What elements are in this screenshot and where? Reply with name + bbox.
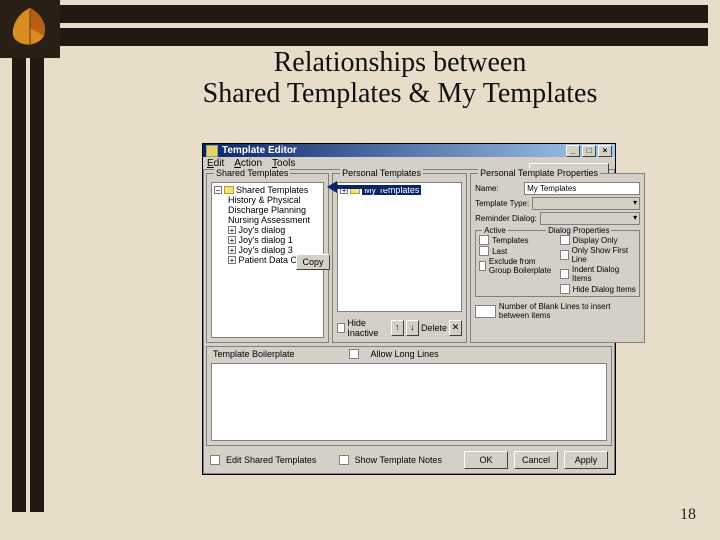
opt-label: Display Only xyxy=(573,236,618,245)
reminder-select[interactable] xyxy=(540,212,640,225)
slide-corner xyxy=(0,0,60,58)
active-label: Active xyxy=(482,226,508,235)
page-number: 18 xyxy=(680,506,696,524)
hide-inactive-checkbox[interactable] xyxy=(337,323,345,333)
opt-checkbox[interactable] xyxy=(560,284,570,294)
show-notes-label: Show Template Notes xyxy=(355,455,442,465)
reminder-label: Reminder Dialog: xyxy=(475,214,537,223)
personal-templates-label: Personal Templates xyxy=(340,168,423,178)
boilerplate-panel: Template Boilerplate Allow Long Lines xyxy=(206,346,612,446)
tree-item[interactable]: Discharge Planning xyxy=(228,205,321,215)
properties-label: Personal Template Properties xyxy=(478,168,600,178)
window-title: Template Editor xyxy=(222,145,297,156)
folder-icon xyxy=(224,186,234,194)
menu-edit[interactable]: EEditdit xyxy=(207,158,224,169)
personal-templates-tree[interactable]: + My Templates xyxy=(337,182,462,312)
shared-templates-label: Shared Templates xyxy=(214,168,290,178)
expand-icon[interactable]: + xyxy=(228,246,236,254)
opt-checkbox[interactable] xyxy=(560,269,569,279)
opt-checkbox[interactable] xyxy=(479,246,489,256)
opt-label: Last xyxy=(492,247,507,256)
ok-button[interactable]: OK xyxy=(464,451,508,469)
titlebar: Template Editor _ □ × xyxy=(203,144,615,157)
template-properties-panel: Personal Template Properties Name: Templ… xyxy=(470,173,645,343)
edit-shared-label: Edit Shared Templates xyxy=(226,455,316,465)
opt-label: Only Show First Line xyxy=(572,246,637,264)
edit-shared-checkbox[interactable] xyxy=(210,455,220,465)
personal-templates-panel: Personal Templates + My Templates Copy H… xyxy=(332,173,467,343)
tree-item: + Joy's dialog 1 xyxy=(228,235,321,245)
blank-lines-label: Number of Blank Lines to insert between … xyxy=(499,302,640,320)
menu-tools[interactable]: Tools xyxy=(272,158,295,169)
template-type-select[interactable] xyxy=(532,197,640,210)
type-label: Template Type: xyxy=(475,199,529,208)
title-line1: Relationships between xyxy=(274,47,527,78)
blank-lines-input[interactable] xyxy=(475,305,496,318)
show-notes-checkbox[interactable] xyxy=(339,455,349,465)
boilerplate-textarea[interactable] xyxy=(211,363,607,441)
copy-button[interactable]: Copy xyxy=(296,254,330,270)
delete-label: Delete xyxy=(421,323,447,333)
collapse-icon[interactable]: − xyxy=(214,186,222,194)
tree-item[interactable]: Nursing Assessment xyxy=(228,215,321,225)
name-label: Name: xyxy=(475,184,521,193)
expand-icon[interactable]: + xyxy=(228,226,236,234)
allow-long-lines-label: Allow Long Lines xyxy=(371,349,439,359)
move-down-button[interactable]: ↓ xyxy=(406,320,419,336)
move-up-button[interactable]: ↑ xyxy=(391,320,404,336)
dialog-properties-group: Active Dialog Properties Templates Last … xyxy=(475,230,640,297)
opt-checkbox[interactable] xyxy=(560,235,570,245)
slide-title: Relationships between Shared Templates &… xyxy=(110,48,690,110)
opt-label: Exclude from Group Boilerplate xyxy=(489,257,556,275)
allow-long-lines-checkbox[interactable] xyxy=(349,349,359,359)
tree-item[interactable]: History & Physical xyxy=(228,195,321,205)
leaf-icon xyxy=(8,6,52,50)
name-input[interactable] xyxy=(524,182,640,195)
boilerplate-label: Template Boilerplate xyxy=(213,349,295,359)
opt-checkbox[interactable] xyxy=(479,235,489,245)
expand-icon[interactable]: + xyxy=(228,236,236,244)
app-icon xyxy=(206,145,218,157)
menu-action[interactable]: Action xyxy=(234,158,262,169)
opt-label: Indent Dialog Items xyxy=(572,265,636,283)
relationship-arrow xyxy=(327,181,387,193)
title-line2: Shared Templates & My Templates xyxy=(203,78,598,109)
close-button[interactable]: × xyxy=(598,145,612,157)
maximize-button[interactable]: □ xyxy=(582,145,596,157)
hide-inactive-label: Hide Inactive xyxy=(347,318,388,338)
opt-label: Templates xyxy=(492,236,528,245)
minimize-button[interactable]: _ xyxy=(566,145,580,157)
expand-icon[interactable]: + xyxy=(228,256,236,264)
dialog-props-label: Dialog Properties xyxy=(546,226,611,235)
shared-root[interactable]: Shared Templates xyxy=(236,185,308,195)
opt-checkbox[interactable] xyxy=(560,250,569,260)
template-editor-window: Template Editor _ □ × EEditdit Action To… xyxy=(202,143,616,475)
apply-button[interactable]: Apply xyxy=(564,451,608,469)
cancel-button[interactable]: Cancel xyxy=(514,451,558,469)
bottom-bar: Edit Shared Templates Show Template Note… xyxy=(206,449,612,471)
delete-button[interactable]: ✕ xyxy=(449,320,462,336)
opt-label: Hide Dialog Items xyxy=(573,285,636,294)
opt-checkbox[interactable] xyxy=(479,261,486,271)
tree-item: + Joy's dialog xyxy=(228,225,321,235)
